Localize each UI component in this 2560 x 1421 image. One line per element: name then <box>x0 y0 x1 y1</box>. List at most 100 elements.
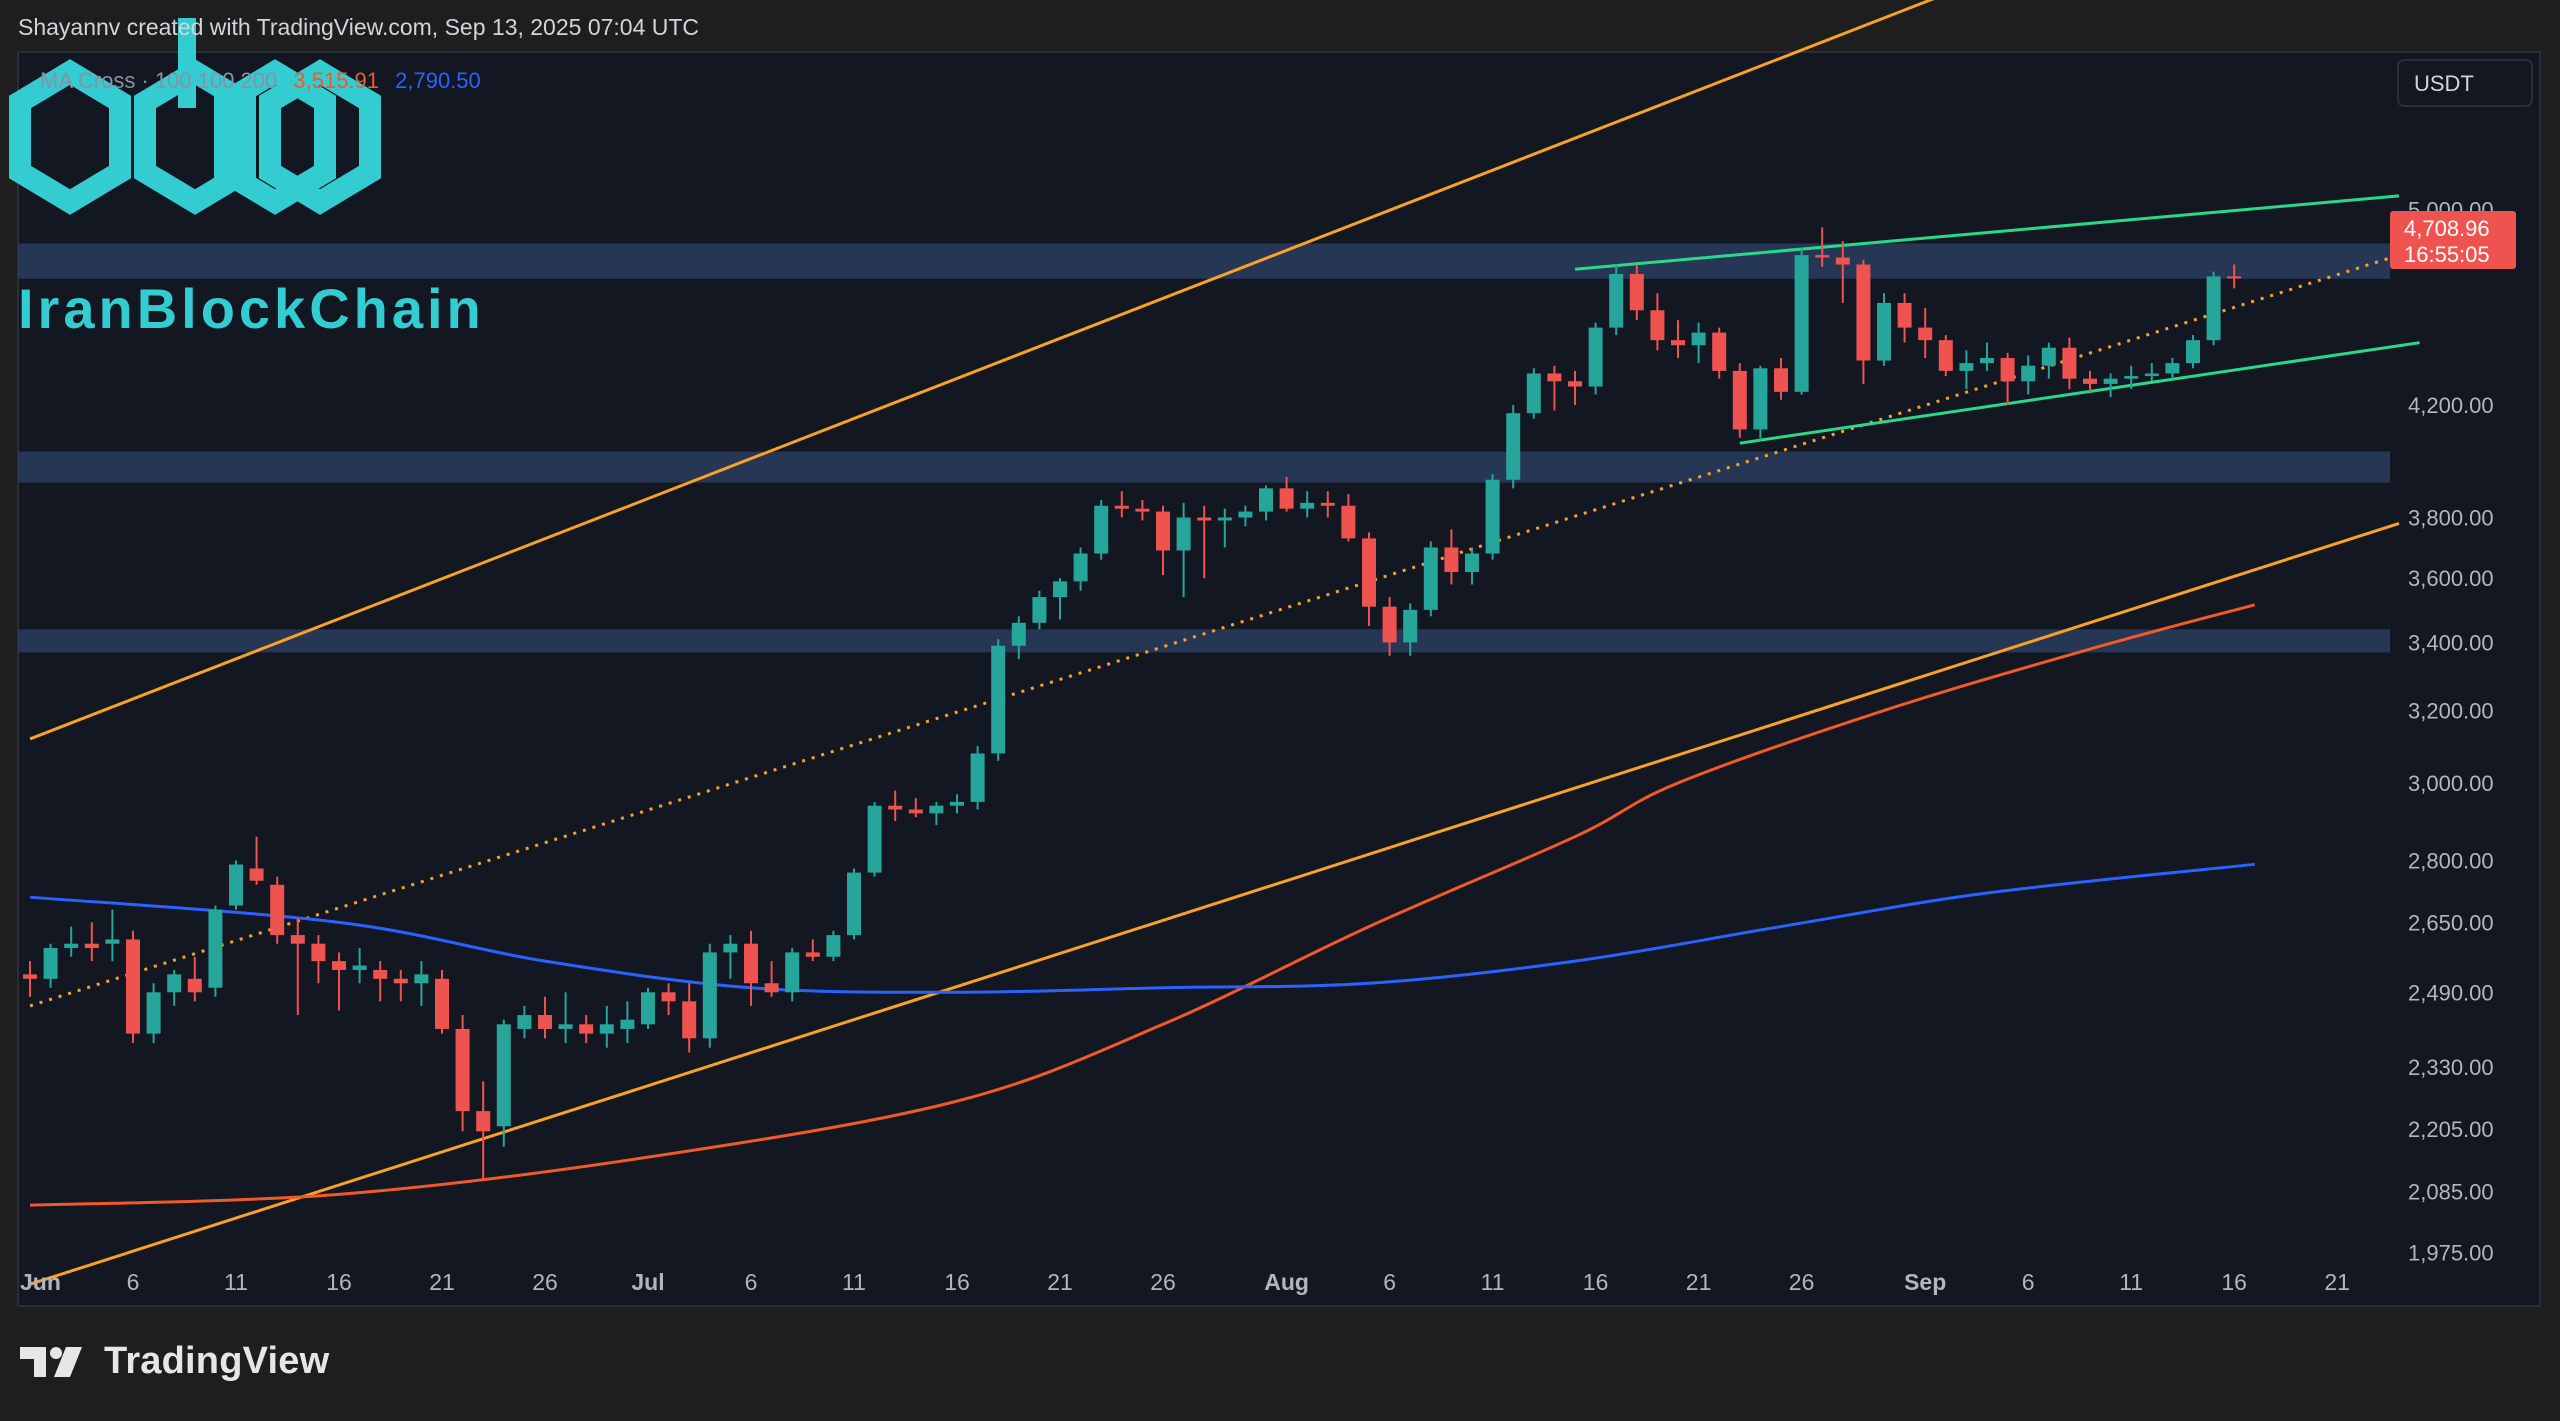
candle-body <box>558 1024 573 1029</box>
time-tick-label: 11 <box>1481 1269 1505 1295</box>
candle-body <box>1568 381 1582 387</box>
candle-body <box>2227 276 2242 279</box>
candle-body <box>1279 488 1294 509</box>
price-tick-label: 2,650.00 <box>2408 910 2494 935</box>
time-tick-label: Jul <box>631 1269 664 1295</box>
candle-body <box>1300 502 1315 509</box>
candle-body <box>1856 264 1871 361</box>
price-tick-label: 2,330.00 <box>2408 1055 2494 1080</box>
time-tick-label: 16 <box>326 1269 352 1295</box>
candle-body <box>620 1019 635 1029</box>
candle-body <box>538 1015 552 1029</box>
candle-body <box>867 805 882 873</box>
candle-body <box>2144 373 2159 377</box>
time-tick-label: Aug <box>1264 1269 1309 1295</box>
candle-body <box>2000 357 2015 382</box>
candle-body <box>1671 340 1685 346</box>
candle-body <box>146 992 161 1034</box>
candle-body <box>847 872 861 936</box>
candle-body <box>1053 581 1067 598</box>
candle-body <box>1094 505 1109 554</box>
candle-body <box>2041 347 2056 366</box>
candle-body <box>641 992 655 1025</box>
candle-body <box>1217 517 1232 521</box>
time-tick-label: 16 <box>944 1269 970 1295</box>
candle-body <box>1712 332 1727 371</box>
candle-body <box>1794 255 1809 392</box>
candle-body <box>1526 373 1541 414</box>
candle-body <box>1609 274 1624 328</box>
candle-body <box>1732 370 1747 430</box>
candle-body <box>1238 511 1253 518</box>
candle-body <box>208 909 223 988</box>
ma2-value: 2,790.50 <box>395 68 481 93</box>
candle-body <box>1547 373 1562 382</box>
tradingview-footer[interactable]: TradingView <box>20 1340 329 1383</box>
price-tick-label: 4,200.00 <box>2408 393 2494 418</box>
candle-body <box>167 974 182 993</box>
candle-body <box>270 884 285 936</box>
ma1-value: 3,515.91 <box>293 68 379 93</box>
chart-canvas: 5,000.004,200.003,800.003,600.003,400.00… <box>8 0 2541 1307</box>
candle-body <box>2062 347 2077 379</box>
candle-body <box>1918 327 1933 341</box>
time-tick-label: 21 <box>429 1269 455 1295</box>
candle-body <box>1877 302 1891 361</box>
time-tick-label: 21 <box>1047 1269 1073 1295</box>
price-tick-label: 1,975.00 <box>2408 1241 2494 1266</box>
candle-body <box>2021 365 2036 382</box>
candle-body <box>1011 622 1026 646</box>
candle-body <box>290 935 305 944</box>
candle-body <box>43 948 58 979</box>
candle-body <box>908 809 923 814</box>
zone <box>18 451 2390 483</box>
candle-body <box>1341 505 1356 539</box>
ma-legend-label: MA Cross · 100 100 200 <box>40 68 277 93</box>
candle-countdown: 16:55:05 <box>2404 242 2490 267</box>
candle-body <box>682 1001 697 1039</box>
candle-body <box>476 1111 491 1132</box>
zone <box>18 243 2390 279</box>
candle-body <box>2186 340 2200 364</box>
candle-body <box>105 939 120 944</box>
price-tick-label: 2,490.00 <box>2408 980 2494 1005</box>
candle-body <box>1691 332 1706 346</box>
price-tick-label: 3,000.00 <box>2408 771 2494 796</box>
time-tick-label: 11 <box>2119 1269 2143 1295</box>
candle-body <box>1114 505 1129 509</box>
candle-body <box>1959 363 1974 371</box>
candle-body <box>1753 368 1768 430</box>
time-tick-label: 6 <box>2022 1269 2035 1295</box>
candle-body <box>1588 327 1603 387</box>
candle-body <box>496 1024 511 1127</box>
candle-body <box>84 943 99 949</box>
time-tick-label: 21 <box>1686 1269 1712 1295</box>
price-tick-label: 3,200.00 <box>2408 699 2494 724</box>
price-tick-label: 2,085.00 <box>2408 1180 2494 1205</box>
candle-body <box>1897 302 1912 328</box>
time-tick-label: 11 <box>224 1269 248 1295</box>
watermark-text: IranBlockChain <box>18 277 485 340</box>
chart-attribution: Shayannv created with TradingView.com, S… <box>18 14 700 40</box>
candle-body <box>805 952 820 957</box>
candle-body <box>455 1028 470 1112</box>
candle-body <box>23 974 37 979</box>
time-tick-label: 26 <box>1789 1269 1815 1295</box>
candle-body <box>1774 368 1788 392</box>
candle-body <box>579 1024 594 1034</box>
candle-body <box>723 943 738 953</box>
candle-body <box>187 978 202 993</box>
candle-body <box>1320 502 1335 506</box>
candle-body <box>1073 553 1088 582</box>
candle-body <box>249 868 264 881</box>
candle-body <box>1485 479 1500 554</box>
candle-body <box>1465 553 1479 573</box>
time-tick-label: 16 <box>2221 1269 2247 1295</box>
time-tick-label: 6 <box>127 1269 140 1295</box>
candle-body <box>1650 310 1665 341</box>
candle-body <box>1382 606 1397 643</box>
time-tick-label: Jun <box>20 1269 61 1295</box>
price-tick-label: 3,800.00 <box>2408 506 2494 531</box>
candle-body <box>1362 538 1376 607</box>
candle-body <box>929 805 944 814</box>
